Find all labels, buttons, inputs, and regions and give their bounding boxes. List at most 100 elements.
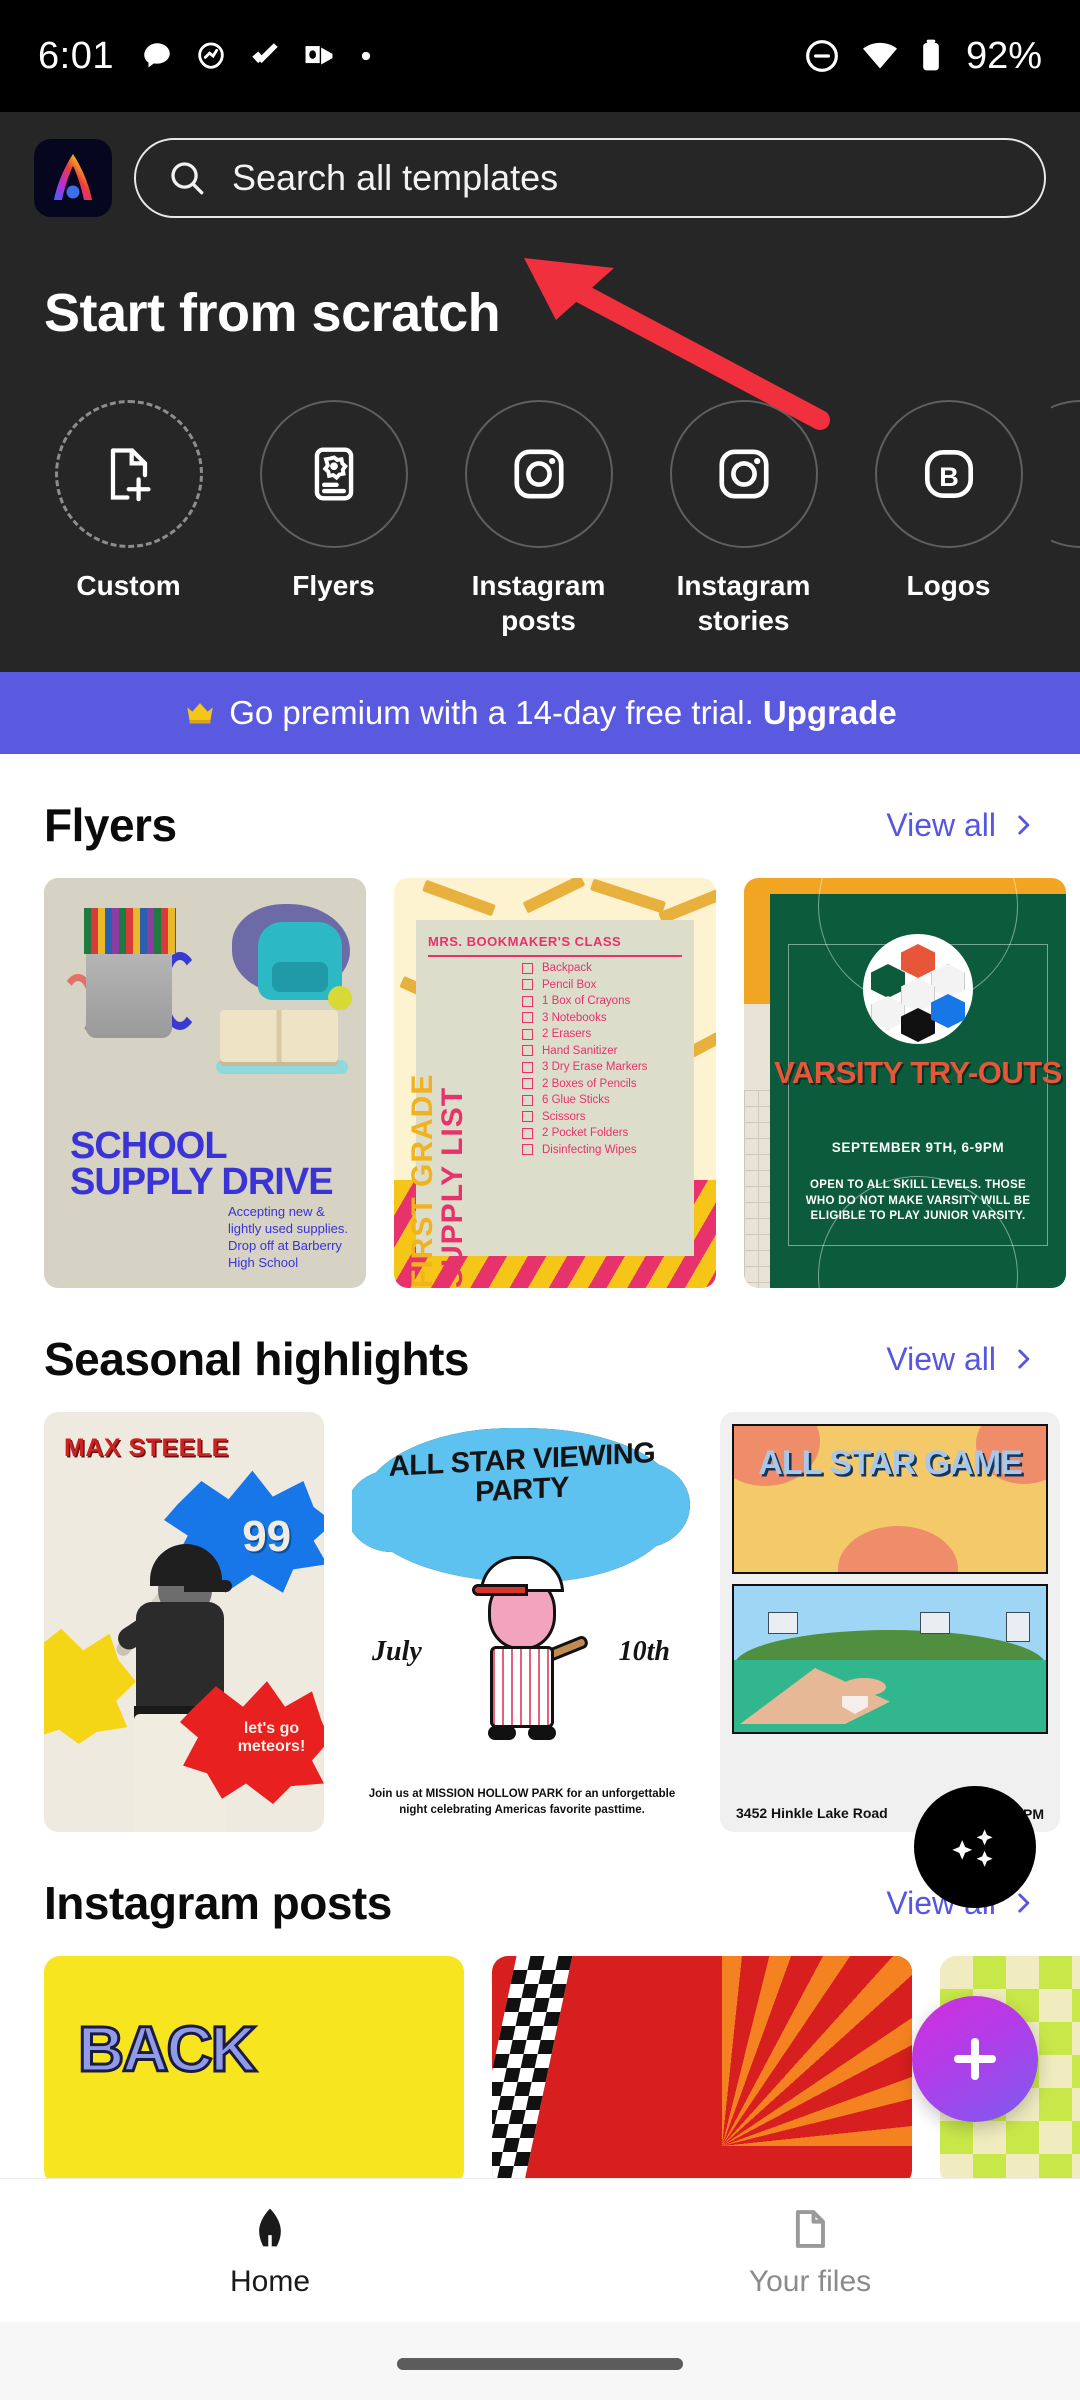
- scratch-category-label: Instagram stories: [676, 570, 811, 636]
- scratch-category-label: Logos: [906, 570, 991, 601]
- scratch-category-label: Instagram posts: [471, 570, 606, 636]
- checkbox-icon: [522, 962, 533, 974]
- decor-rays: [722, 1956, 912, 2146]
- template-card-all-star-viewing-party[interactable]: ALL STAR VIEWING PARTY July 10th Join us…: [352, 1412, 692, 1832]
- list-item: Disinfecting Wipes: [522, 1144, 704, 1156]
- gesture-bar[interactable]: [397, 2358, 683, 2370]
- pitchers-mound-shape: [842, 1678, 886, 1696]
- view-all-flyers[interactable]: View all: [886, 807, 1036, 844]
- template-card-max-steele[interactable]: MAX STEELE 99 let's go meteors!: [44, 1412, 324, 1832]
- title-line-1: FIRST GRADE: [406, 1073, 439, 1288]
- home-icon: [259, 2208, 281, 2246]
- poster-title: ALL STAR GAME: [758, 1444, 1022, 1482]
- flyer-body: OPEN TO ALL SKILL LEVELS. THOSE WHO DO N…: [805, 1179, 1031, 1223]
- seasonal-carousel[interactable]: MAX STEELE 99 let's go meteors! ALL STAR…: [0, 1386, 1080, 1832]
- certificate-icon: [314, 447, 353, 501]
- checkbox-icon: [522, 1078, 533, 1089]
- checkmark-icon: [252, 43, 278, 64]
- scratch-category-logos[interactable]: B Logos: [846, 400, 1051, 638]
- section-title: Seasonal highlights: [44, 1333, 470, 1385]
- ai-sparkle-fab[interactable]: [914, 1786, 1036, 1908]
- custom-circle[interactable]: [54, 400, 203, 548]
- item-label: Disinfecting Wipes: [542, 1143, 637, 1156]
- create-fab[interactable]: [912, 1996, 1038, 2122]
- template-card-first-grade-supply-list[interactable]: MRS. BOOKMAKER'S CLASS FIRST GRADE SUPPL…: [394, 878, 716, 1288]
- scratch-category-custom[interactable]: Custom: [26, 400, 231, 638]
- poster-tagline: let's go meteors!: [237, 1719, 306, 1755]
- next-category-circle[interactable]: [1051, 400, 1080, 548]
- top-bar: Search all templates: [0, 112, 1080, 218]
- template-card-school-supply-drive[interactable]: SCHOOL SUPPLY DRIVE Accepting new & ligh…: [44, 878, 366, 1288]
- search-placeholder: Search all templates: [232, 157, 559, 198]
- instagram-posts-circle[interactable]: [464, 400, 613, 548]
- section-title: Instagram posts: [44, 1877, 392, 1929]
- list-item: 3 Notebooks: [522, 1012, 704, 1024]
- supply-list-vertical-title: FIRST GRADE SUPPLY LIST: [406, 950, 469, 1288]
- checkbox-icon: [522, 1061, 533, 1073]
- gesture-nav-area: [0, 2322, 1080, 2400]
- poster-month: July: [372, 1636, 422, 1667]
- item-label: Pencil Box: [542, 978, 597, 991]
- flyer-date: SEPTEMBER 9TH, 6-9PM: [831, 1140, 1005, 1155]
- instagram-camera-icon: [718, 449, 769, 499]
- list-item: 2 Erasers: [522, 1028, 704, 1040]
- list-item: 6 Glue Sticks: [522, 1094, 704, 1106]
- plus-icon: [954, 2038, 996, 2080]
- nav-item-home[interactable]: Home: [0, 2203, 540, 2299]
- decor-grid: [744, 1090, 770, 1288]
- clock-app-icon: [198, 42, 224, 69]
- checkbox-icon: [522, 1012, 533, 1023]
- scratch-category-instagram-stories[interactable]: Instagram stories: [641, 400, 846, 638]
- checkbox-icon: [522, 1111, 533, 1122]
- view-all-label: View all: [886, 1340, 996, 1377]
- template-card-all-star-game[interactable]: ALL STAR GAME 3452 Hinkle Lake Road PM: [720, 1412, 1060, 1832]
- template-card-varsity-try-outs[interactable]: VARSITY TRY-OUTS SEPTEMBER 9TH, 6-9PM OP…: [744, 878, 1066, 1288]
- dark-header-region: Search all templates Start from scratch …: [0, 112, 1080, 672]
- premium-banner[interactable]: Go premium with a 14-day free trial. Upg…: [0, 672, 1080, 754]
- flyers-carousel[interactable]: SCHOOL SUPPLY DRIVE Accepting new & ligh…: [0, 852, 1080, 1288]
- item-label: Backpack: [542, 962, 592, 974]
- decor-tape: [522, 878, 586, 914]
- scratch-category-instagram-posts[interactable]: Instagram posts: [436, 400, 641, 638]
- more-dot-icon: [361, 51, 371, 61]
- checkbox-icon: [522, 1028, 533, 1040]
- item-label: 3 Dry Erase Markers: [542, 1061, 648, 1073]
- decor-tape: [590, 878, 666, 914]
- list-item: 1 Box of Crayons: [522, 995, 704, 1007]
- list-item: 3 Dry Erase Markers: [522, 1061, 704, 1073]
- view-all-seasonal[interactable]: View all: [886, 1341, 1036, 1378]
- list-item: Pencil Box: [522, 979, 704, 991]
- flyer-subtitle: Accepting new & lightly used supplies. D…: [228, 1204, 348, 1271]
- chat-bubble-icon: [144, 43, 170, 68]
- logos-circle[interactable]: B: [874, 400, 1023, 548]
- scratch-categories-row[interactable]: Custom Flyers Instagram posts Instagram …: [26, 344, 1080, 638]
- scratch-category-flyers[interactable]: Flyers: [231, 400, 436, 638]
- premium-banner-cta[interactable]: Upgrade: [763, 694, 897, 731]
- baseball-field-image: [732, 1584, 1048, 1734]
- list-item: 2 Boxes of Pencils: [522, 1078, 704, 1090]
- item-label: 3 Notebooks: [542, 1011, 607, 1024]
- file-icon: [795, 2209, 825, 2248]
- wifi-icon: [862, 42, 897, 69]
- scratch-category-next-partial[interactable]: [1051, 400, 1080, 638]
- post-text: BACK: [77, 2012, 259, 2087]
- document-plus-icon: [110, 448, 151, 502]
- checkbox-icon: [522, 1144, 533, 1155]
- view-all-label: View all: [886, 806, 996, 843]
- flyers-circle[interactable]: [259, 400, 408, 548]
- status-bar-time: 6:01: [38, 34, 114, 77]
- main-content: Flyers View all SCHOOL SUPPLY DRIVE Acce…: [0, 754, 1080, 2186]
- status-bar: 6:01 92%: [0, 0, 1080, 112]
- adobe-express-logo[interactable]: [34, 139, 112, 217]
- premium-banner-text: Go premium with a 14-day free trial. Upg…: [229, 694, 897, 732]
- pencils-image: [84, 908, 176, 954]
- search-input[interactable]: Search all templates: [134, 138, 1046, 218]
- flyer-title: SCHOOL SUPPLY DRIVE: [70, 1124, 334, 1203]
- scratch-category-label: Custom: [76, 570, 181, 601]
- chevron-right-icon: [1018, 1349, 1030, 1369]
- crown-icon: [187, 703, 213, 724]
- instagram-stories-circle[interactable]: [669, 400, 818, 548]
- template-card-back-to-school-post[interactable]: BACK: [44, 1956, 464, 2186]
- nav-item-your-files[interactable]: Your files: [540, 2203, 1080, 2299]
- template-card-red-rays-post[interactable]: [492, 1956, 912, 2186]
